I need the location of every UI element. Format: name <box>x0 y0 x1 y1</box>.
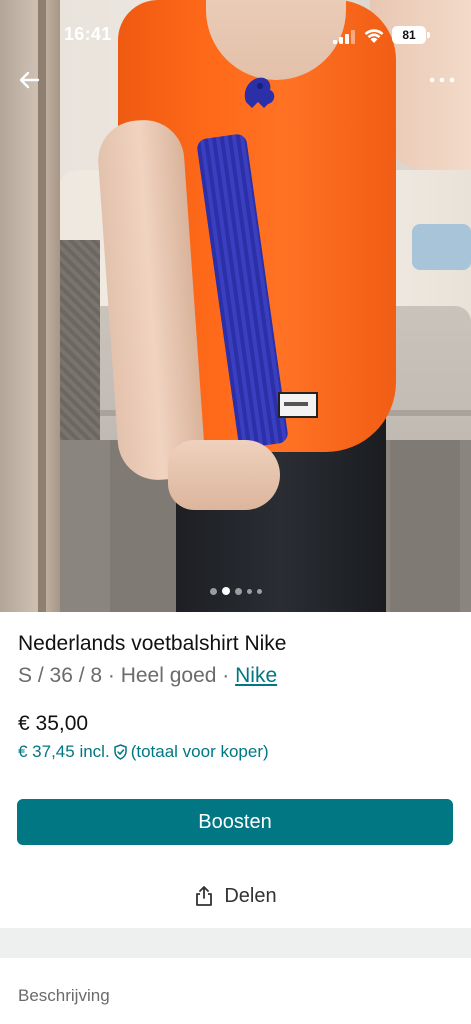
photo-blanket <box>412 224 471 270</box>
product-title: Nederlands voetbalshirt Nike <box>18 632 287 655</box>
arrow-left-icon[interactable] <box>16 66 44 94</box>
carousel-indicator[interactable] <box>0 586 471 596</box>
price-incl-value: € 37,45 incl. <box>18 742 110 761</box>
boost-button[interactable]: Boosten <box>17 799 453 845</box>
wifi-icon <box>364 29 384 43</box>
product-photo[interactable] <box>0 0 471 612</box>
carousel-dot[interactable] <box>246 588 252 594</box>
share-button[interactable]: Delen <box>0 876 471 916</box>
status-time: 16:41 <box>64 24 112 44</box>
carousel-dot[interactable] <box>234 587 242 595</box>
product-info: Nederlands voetbalshirt Nike S / 36 / 8 … <box>0 612 471 928</box>
price-incl-note: (totaal voor koper) <box>130 742 269 761</box>
product-subtitle: S / 36 / 8 · Heel goed · Nike <box>18 664 277 688</box>
carousel-dot[interactable] <box>256 588 262 594</box>
product-price: € 35,00 <box>18 712 89 735</box>
battery-indicator: 81 <box>392 26 430 44</box>
cellular-signal-icon <box>333 30 355 44</box>
description-heading: Beschrijving <box>18 986 110 1005</box>
section-divider <box>0 928 471 958</box>
photo-hand <box>168 440 280 510</box>
price-incl-protection[interactable]: € 37,45 incl. (totaal voor koper) <box>18 742 269 762</box>
share-label: Delen <box>224 884 277 907</box>
more-dots-icon[interactable] <box>426 66 458 94</box>
product-size-condition: S / 36 / 8 · Heel goed · <box>18 664 236 687</box>
carousel-dot-active[interactable] <box>221 587 230 595</box>
brand-link[interactable]: Nike <box>235 664 277 687</box>
lion-crest-icon <box>244 77 275 108</box>
photo-shirt-tag <box>278 392 318 418</box>
share-icon <box>196 886 213 906</box>
shield-check-icon <box>113 744 127 760</box>
carousel-dot[interactable] <box>209 587 217 595</box>
status-bar: 16:41 81 <box>0 0 471 64</box>
